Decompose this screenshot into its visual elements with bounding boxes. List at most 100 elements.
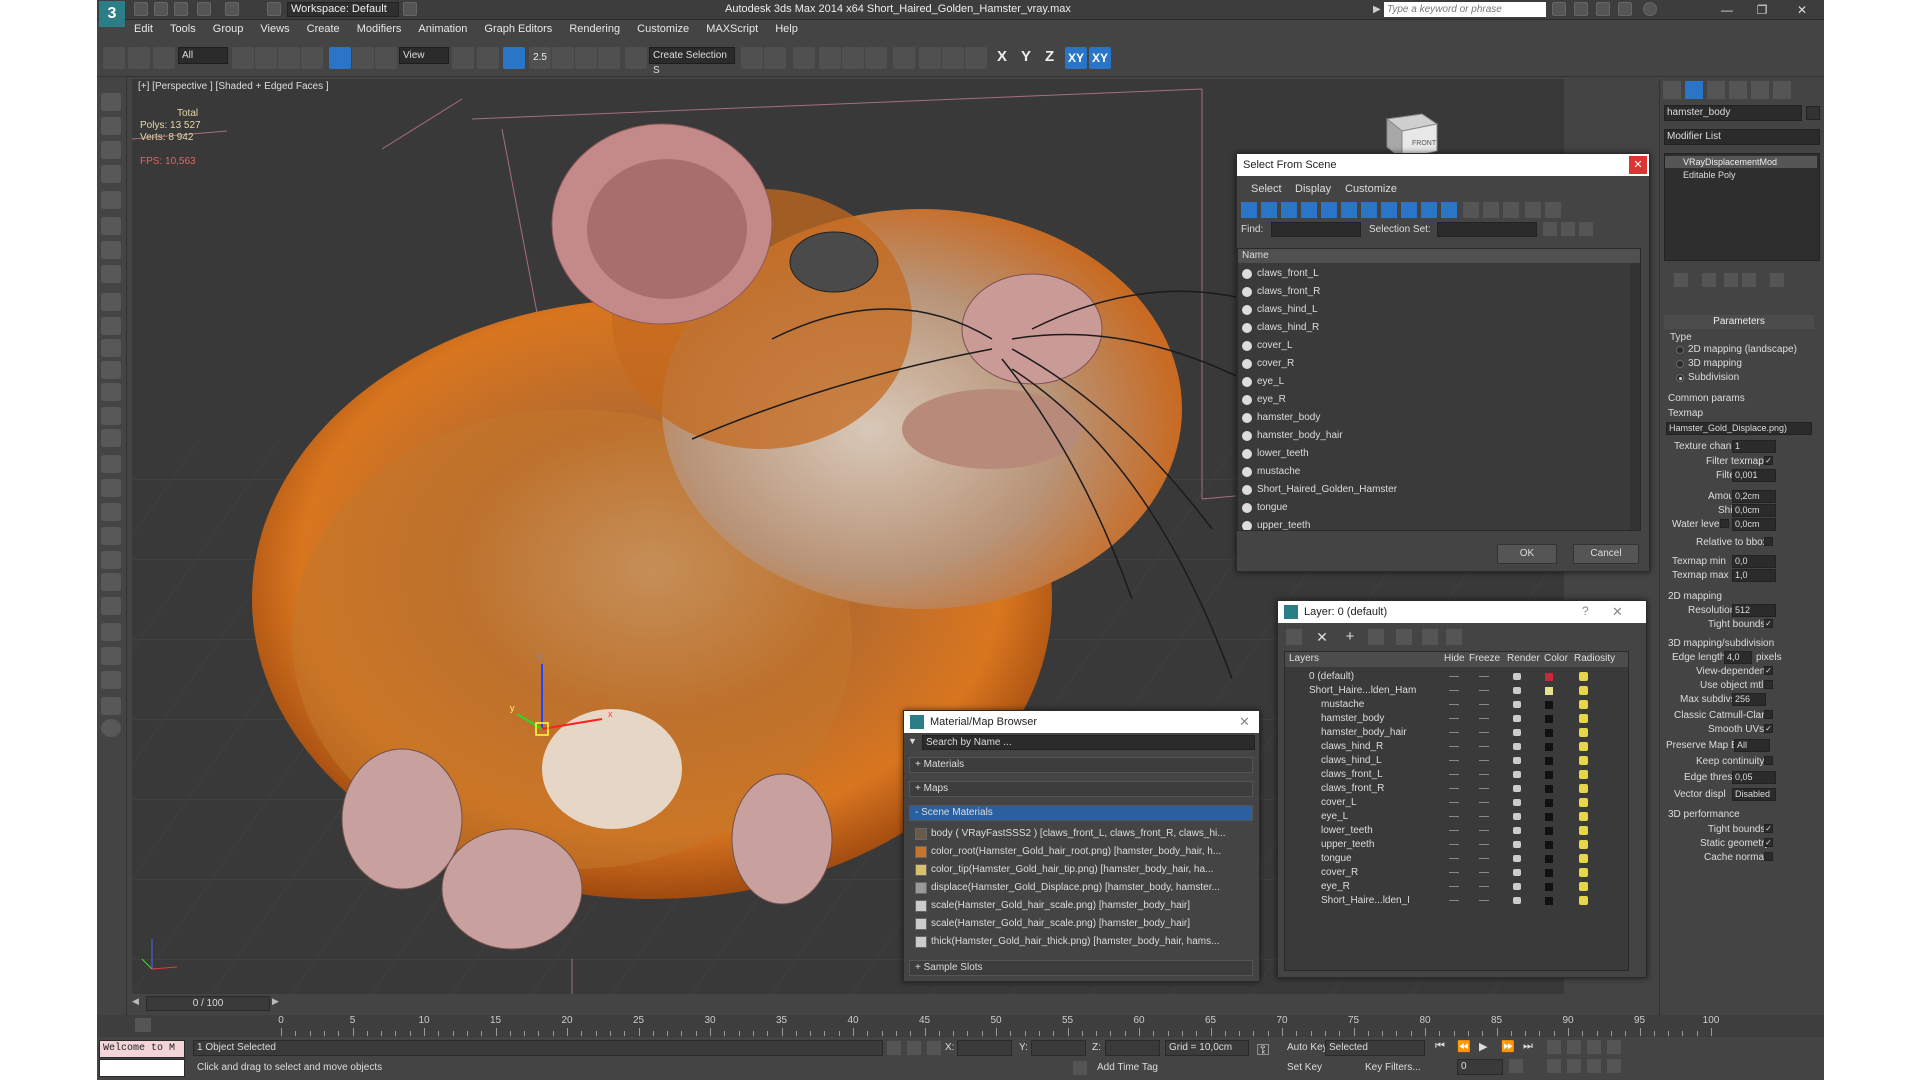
reference-coord-dropdown[interactable]: View <box>399 47 449 64</box>
hide-toggle[interactable] <box>1449 858 1459 859</box>
utilities-tab-icon[interactable] <box>1773 81 1791 99</box>
window-crossing-icon[interactable] <box>301 47 323 69</box>
layer-color-swatch[interactable] <box>1545 869 1553 877</box>
layer-color-swatch[interactable] <box>1545 813 1553 821</box>
radio-subdivision[interactable] <box>1676 374 1684 382</box>
time-next-icon[interactable]: ▶ <box>272 996 284 1011</box>
track-bar[interactable]: 0 5 10 15 20 25 30 35 40 45 50 55 60 65 70 75 80 85 90 95 10… <box>97 1015 1824 1037</box>
render-teapot-icon[interactable] <box>1513 869 1521 876</box>
preserve-map-dropdown[interactable]: All <box>1734 739 1770 752</box>
select-in-layer-icon[interactable] <box>1368 629 1384 645</box>
mirror-icon[interactable] <box>741 47 763 69</box>
go-to-end-icon[interactable]: ⏭ <box>1523 1040 1533 1053</box>
water-level-checkbox[interactable] <box>1720 519 1729 528</box>
modifier-list-dropdown[interactable]: Modifier List <box>1664 129 1820 145</box>
y-coord-input[interactable] <box>1031 1040 1086 1056</box>
perf-tight-bounds-checkbox[interactable]: ✓ <box>1764 824 1773 833</box>
hierarchy-tab-icon[interactable] <box>1707 81 1725 99</box>
axis-xy-cycle-button[interactable]: XY <box>1089 47 1111 69</box>
layer-color-swatch[interactable] <box>1545 729 1553 737</box>
cylinder-icon[interactable] <box>101 317 121 335</box>
section-maps[interactable]: + Maps <box>909 781 1253 797</box>
time-tag-icon[interactable] <box>1073 1061 1087 1075</box>
render-teapot-icon[interactable] <box>1513 701 1521 708</box>
radiosity-icon[interactable] <box>1579 714 1588 723</box>
parameters-rollout-header[interactable]: Parameters <box>1664 315 1814 329</box>
radiosity-icon[interactable] <box>1579 882 1588 891</box>
render-teapot-icon[interactable] <box>1513 841 1521 848</box>
texmap-max-spinner[interactable]: 1,0 <box>1732 569 1776 582</box>
freeze-toggle[interactable] <box>1479 872 1489 873</box>
radiosity-icon[interactable] <box>1579 686 1588 695</box>
add-time-tag[interactable]: Add Time Tag <box>1097 1062 1158 1073</box>
viewport-label-menu[interactable]: [+] [Perspective ] [Shaded + Edged Faces… <box>138 81 329 92</box>
workspace-dropdown[interactable]: Workspace: Default <box>287 2 399 17</box>
scene-object-row[interactable]: cover_L <box>1240 337 1630 355</box>
measure-icon[interactable] <box>101 647 121 665</box>
schematic-view-icon[interactable] <box>865 47 887 69</box>
hide-toggle[interactable] <box>1449 676 1459 677</box>
layer-row[interactable]: Short_Haire...lden_I <box>1289 892 1628 909</box>
col-freeze[interactable]: Freeze <box>1469 653 1500 664</box>
bind-space-warp-icon[interactable] <box>153 47 175 69</box>
layer-color-swatch[interactable] <box>1545 827 1553 835</box>
set-key-button[interactable]: Set Key <box>1287 1062 1322 1073</box>
layer-color-swatch[interactable] <box>1545 799 1553 807</box>
freeze-toggle[interactable] <box>1479 886 1489 887</box>
fov-icon[interactable] <box>1547 1059 1561 1073</box>
scene-material-item[interactable]: displace(Hamster_Gold_Displace.png) [ham… <box>914 879 1250 897</box>
time-slider-thumb[interactable]: 0 / 100 <box>146 996 270 1011</box>
scene-object-row[interactable]: claws_hind_R <box>1240 319 1630 337</box>
scene-object-row[interactable]: eye_R <box>1240 391 1630 409</box>
radiosity-icon[interactable] <box>1579 700 1588 709</box>
workspace-settings-icon[interactable] <box>403 2 417 16</box>
edit-named-selection-icon[interactable] <box>625 47 647 69</box>
scene-object-row[interactable]: claws_front_L <box>1240 265 1630 283</box>
select-object-icon[interactable] <box>232 47 254 69</box>
freeze-toggle[interactable] <box>1479 788 1489 789</box>
render-teapot-icon[interactable] <box>1513 855 1521 862</box>
freeze-toggle[interactable] <box>1479 718 1489 719</box>
use-object-mtl-checkbox[interactable] <box>1764 680 1773 689</box>
radiosity-icon[interactable] <box>1579 812 1588 821</box>
render-teapot-icon[interactable] <box>1513 827 1521 834</box>
z-coord-input[interactable] <box>1105 1040 1160 1056</box>
pivot-center-icon[interactable] <box>452 47 474 69</box>
hide-toggle[interactable] <box>1449 774 1459 775</box>
box-icon[interactable] <box>101 293 121 311</box>
particle-icon[interactable] <box>101 265 121 283</box>
time-prev-icon[interactable]: ◀ <box>132 996 144 1011</box>
sfs-menu-customize[interactable]: Customize <box>1345 183 1397 195</box>
scene-object-row[interactable]: cover_R <box>1240 355 1630 373</box>
render-teapot-icon[interactable] <box>1513 897 1521 904</box>
freeze-toggle[interactable] <box>1479 774 1489 775</box>
view-dependent-checkbox[interactable]: ✓ <box>1764 666 1773 675</box>
filter-shapes-icon[interactable] <box>1261 202 1277 218</box>
align-icon[interactable] <box>764 47 786 69</box>
col-layers[interactable]: Layers <box>1289 653 1319 664</box>
hide-toggle[interactable] <box>1449 872 1459 873</box>
scene-material-item[interactable]: scale(Hamster_Gold_hair_scale.png) [hams… <box>914 897 1250 915</box>
freeze-toggle[interactable] <box>1479 830 1489 831</box>
layer-list[interactable]: Layers Hide Freeze Render Color Radiosit… <box>1284 651 1629 971</box>
cache-normals-checkbox[interactable] <box>1764 852 1773 861</box>
scene-object-row[interactable]: tongue <box>1240 499 1630 517</box>
percent-snap-icon[interactable] <box>575 47 597 69</box>
configure-modifier-icon[interactable] <box>1770 273 1784 287</box>
menu-tools[interactable]: Tools <box>163 20 203 35</box>
list-scrollbar[interactable] <box>1630 263 1640 530</box>
time-slider[interactable]: ◀ 0 / 100 ▶ <box>132 994 1564 1015</box>
foliage-icon[interactable] <box>101 551 121 569</box>
radiosity-icon[interactable] <box>1579 826 1588 835</box>
radiosity-icon[interactable] <box>1579 854 1588 863</box>
display-tab-icon[interactable] <box>1751 81 1769 99</box>
freeze-toggle[interactable] <box>1479 802 1489 803</box>
texture-chan-spinner[interactable]: 1 <box>1732 440 1776 453</box>
delete-layer-icon[interactable]: ✕ <box>1314 629 1330 645</box>
selection-filter-dropdown[interactable]: All <box>178 47 228 64</box>
filter-geometry-icon[interactable] <box>1241 202 1257 218</box>
pyramid-icon[interactable] <box>101 503 121 521</box>
resolution-spinner[interactable]: 512 <box>1732 604 1776 617</box>
cone-icon[interactable] <box>101 383 121 401</box>
layers-tool-icon[interactable] <box>101 165 121 183</box>
